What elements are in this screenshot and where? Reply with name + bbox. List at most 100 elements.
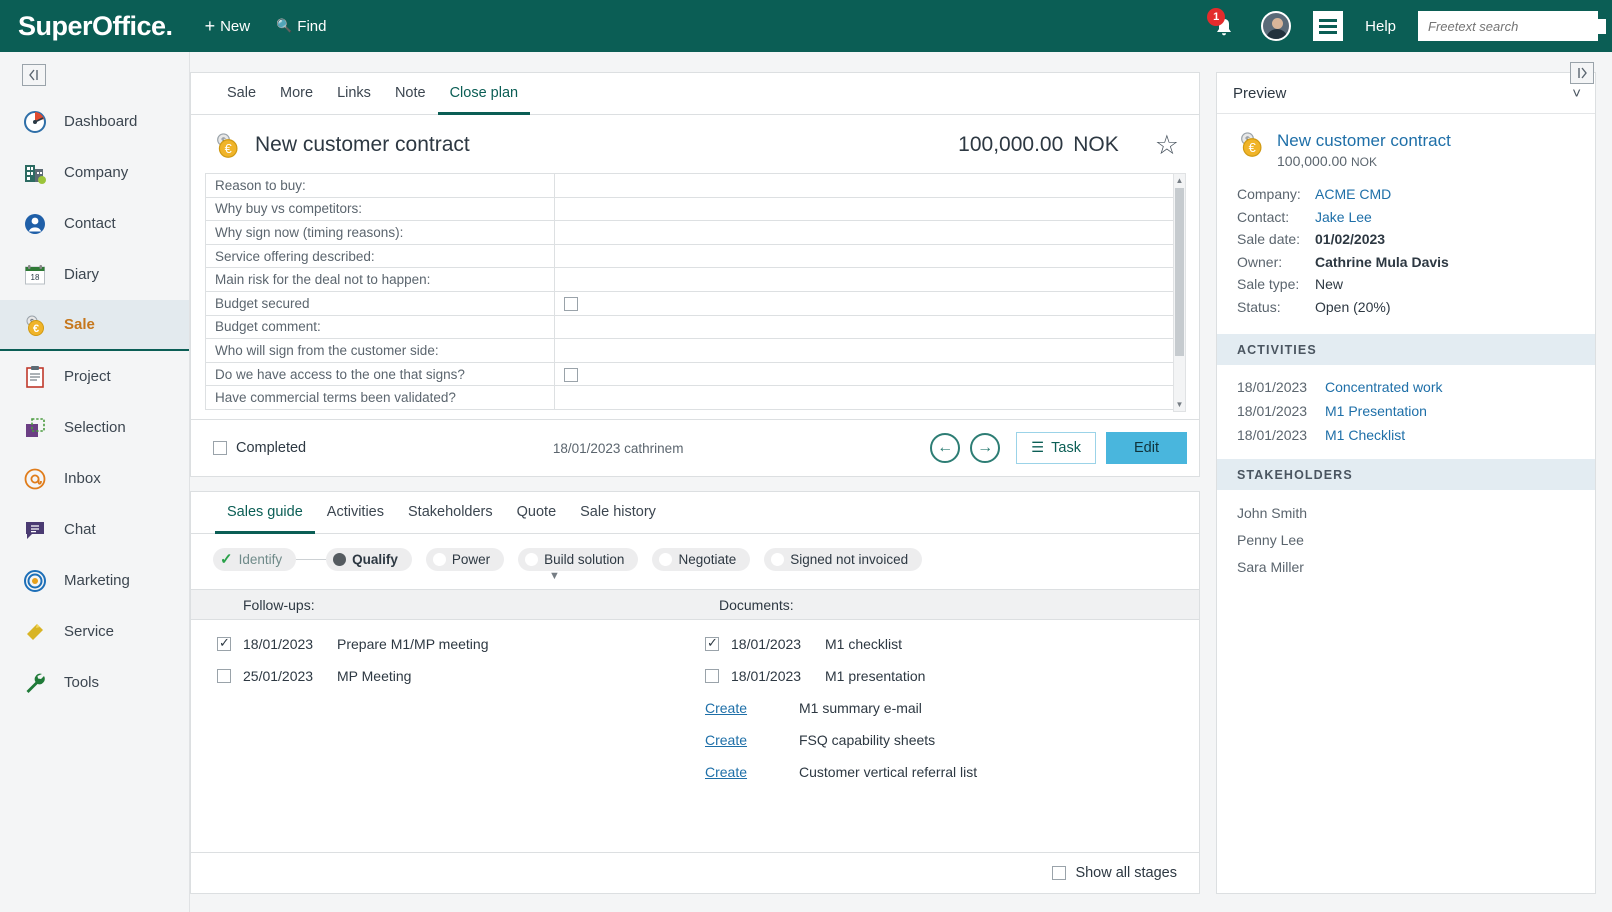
table-row[interactable]: Have commercial terms been validated? xyxy=(205,385,1185,410)
table-row[interactable]: Who will sign from the customer side: xyxy=(205,338,1185,363)
list-item[interactable]: 18/01/2023 M1 Presentation xyxy=(1237,399,1579,423)
activity-link[interactable]: M1 Presentation xyxy=(1325,399,1427,423)
tab-close-plan[interactable]: Close plan xyxy=(437,73,531,115)
create-link[interactable]: Create xyxy=(705,764,747,780)
show-all-stages-label[interactable]: Show all stages xyxy=(1075,865,1177,881)
sidebar-item-service[interactable]: Service xyxy=(0,606,189,657)
table-row[interactable]: Do we have access to the one that signs? xyxy=(205,361,1185,387)
new-button[interactable]: + New xyxy=(205,17,251,35)
list-item[interactable]: 18/01/2023 Concentrated work xyxy=(1237,375,1579,399)
create-link[interactable]: Create xyxy=(705,732,747,748)
stage-power[interactable]: Power xyxy=(425,548,505,571)
help-link[interactable]: Help xyxy=(1365,18,1396,35)
list-item[interactable]: Sara Miller xyxy=(1237,554,1579,581)
tab-quote[interactable]: Quote xyxy=(505,492,569,534)
stage-identify[interactable]: ✓ Identify xyxy=(213,548,297,571)
scrollbar-thumb[interactable] xyxy=(1175,188,1184,356)
table-row[interactable]: Reason to buy: xyxy=(205,173,1185,198)
completed-checkbox[interactable] xyxy=(213,441,227,455)
row-value[interactable] xyxy=(554,314,1185,340)
row-value[interactable] xyxy=(554,385,1185,410)
list-item[interactable]: Create Customer vertical referral list xyxy=(705,760,977,784)
preview-sale-link[interactable]: New customer contract xyxy=(1277,130,1451,151)
followup-checkbox[interactable] xyxy=(217,635,231,651)
tab-sales-guide[interactable]: Sales guide xyxy=(215,492,315,534)
completed-toggle[interactable]: Completed xyxy=(213,440,306,456)
stage-signed-not-invoiced[interactable]: Signed not invoiced xyxy=(764,548,923,571)
tab-sale[interactable]: Sale xyxy=(215,73,268,115)
scroll-down-icon[interactable]: ▼ xyxy=(1174,398,1185,411)
row-value[interactable] xyxy=(554,290,1185,316)
sidebar-item-marketing[interactable]: Marketing xyxy=(0,555,189,606)
table-row[interactable]: Budget comment: xyxy=(205,314,1185,340)
row-value[interactable] xyxy=(554,361,1185,387)
row-value[interactable] xyxy=(554,196,1185,222)
list-item[interactable]: 18/01/2023 M1 checklist xyxy=(705,632,977,656)
notifications-button[interactable]: 1 xyxy=(1207,8,1239,41)
tab-note[interactable]: Note xyxy=(383,73,438,115)
sidebar-item-selection[interactable]: Selection xyxy=(0,402,189,453)
field-value[interactable]: Jake Lee xyxy=(1315,206,1372,229)
row-value[interactable] xyxy=(554,173,1185,198)
scroll-up-icon[interactable]: ▲ xyxy=(1174,174,1185,187)
sidebar-item-project[interactable]: Project xyxy=(0,351,189,402)
create-link[interactable]: Create xyxy=(705,700,747,716)
stage-build-solution[interactable]: Build solution xyxy=(518,548,639,571)
list-item[interactable]: Penny Lee xyxy=(1237,527,1579,554)
activity-link[interactable]: Concentrated work xyxy=(1325,375,1443,399)
collapse-sidebar-button[interactable] xyxy=(22,64,46,86)
access-to-signer-checkbox[interactable] xyxy=(564,367,578,382)
next-button[interactable]: → xyxy=(970,433,1001,463)
favorite-star-icon[interactable]: ☆ xyxy=(1155,131,1179,159)
stage-qualify[interactable]: Qualify xyxy=(326,548,412,571)
table-row[interactable]: Budget secured xyxy=(205,290,1185,316)
list-item[interactable]: 18/01/2023 M1 presentation xyxy=(705,664,977,688)
show-all-stages-checkbox[interactable] xyxy=(1052,866,1067,880)
list-item[interactable]: 18/01/2023 M1 Checklist xyxy=(1237,423,1579,447)
user-avatar[interactable] xyxy=(1261,11,1292,41)
document-checkbox[interactable] xyxy=(705,669,719,683)
previous-button[interactable]: ← xyxy=(930,433,961,463)
budget-secured-checkbox[interactable] xyxy=(564,296,578,311)
sidebar-item-chat[interactable]: Chat xyxy=(0,504,189,555)
tab-activities[interactable]: Activities xyxy=(315,492,396,534)
task-button[interactable]: ☰ Task xyxy=(1016,432,1096,464)
edit-button[interactable]: Edit xyxy=(1105,432,1187,464)
row-value[interactable] xyxy=(554,338,1185,363)
table-row[interactable]: Why buy vs competitors: xyxy=(205,196,1185,222)
activity-link[interactable]: M1 Checklist xyxy=(1325,423,1405,447)
tab-sale-history[interactable]: Sale history xyxy=(568,492,668,534)
sidebar-item-tools[interactable]: Tools xyxy=(0,657,189,708)
sidebar-item-dashboard[interactable]: Dashboard xyxy=(0,96,189,147)
tab-links[interactable]: Links xyxy=(325,73,383,115)
list-item[interactable]: 25/01/2023 MP Meeting xyxy=(217,664,681,688)
sidebar-item-diary[interactable]: 18 Diary xyxy=(0,249,189,300)
table-row[interactable]: Why sign now (timing reasons): xyxy=(205,220,1185,245)
chevron-down-icon[interactable]: ˅ xyxy=(1572,85,1581,102)
sidebar-item-company[interactable]: Company xyxy=(0,147,189,198)
tab-more[interactable]: More xyxy=(268,73,325,115)
table-row[interactable]: Service offering described: xyxy=(205,243,1185,269)
row-value[interactable] xyxy=(554,220,1185,245)
freetext-search[interactable]: 🔍 xyxy=(1418,11,1606,41)
list-item[interactable]: Create M1 summary e-mail xyxy=(705,696,977,720)
expand-panel-button[interactable] xyxy=(1570,62,1594,84)
chevron-down-icon[interactable]: ▼ xyxy=(549,570,560,582)
row-value[interactable] xyxy=(554,267,1185,292)
stage-negotiate[interactable]: Negotiate xyxy=(652,548,751,571)
menu-button[interactable] xyxy=(1313,11,1344,41)
app-logo[interactable]: SuperOffice. xyxy=(18,11,173,42)
tab-stakeholders[interactable]: Stakeholders xyxy=(396,492,505,534)
list-item[interactable]: John Smith xyxy=(1237,500,1579,527)
table-row[interactable]: Main risk for the deal not to happen: xyxy=(205,267,1185,292)
sidebar-item-sale[interactable]: $ € Sale xyxy=(0,300,189,351)
close-plan-scrollbar[interactable]: ▲ ▼ xyxy=(1173,173,1186,412)
list-item[interactable]: Create FSQ capability sheets xyxy=(705,728,977,752)
followup-checkbox[interactable] xyxy=(217,669,231,683)
sidebar-item-contact[interactable]: Contact xyxy=(0,198,189,249)
list-item[interactable]: 18/01/2023 Prepare M1/MP meeting xyxy=(217,632,681,656)
sidebar-item-inbox[interactable]: Inbox xyxy=(0,453,189,504)
row-value[interactable] xyxy=(554,243,1185,269)
field-value[interactable]: ACME CMD xyxy=(1315,183,1391,206)
document-checkbox[interactable] xyxy=(705,635,719,651)
